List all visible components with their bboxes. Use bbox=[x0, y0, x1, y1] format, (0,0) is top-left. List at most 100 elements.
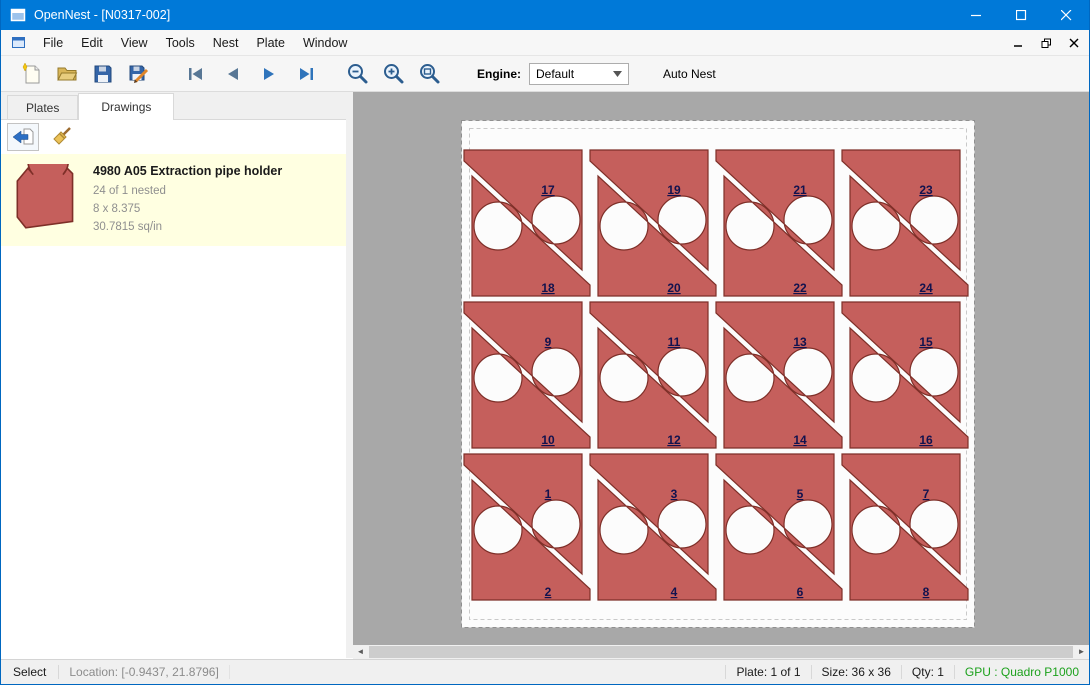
panel-splitter[interactable] bbox=[346, 92, 353, 658]
save-edit-icon bbox=[128, 63, 150, 84]
app-window: OpenNest - [N0317-002] File Edit View To… bbox=[0, 0, 1090, 685]
return-part-button[interactable] bbox=[7, 123, 39, 151]
part-number-top: 15 bbox=[919, 335, 933, 349]
part-number-top: 11 bbox=[668, 335, 681, 349]
child-window-icon[interactable] bbox=[11, 36, 26, 50]
status-plate: Plate: 1 of 1 bbox=[725, 665, 810, 679]
menu-item-window[interactable]: Window bbox=[294, 32, 356, 54]
minimize-icon bbox=[971, 10, 982, 21]
tab-plates[interactable]: Plates bbox=[7, 95, 78, 120]
zoom-fit-button[interactable] bbox=[411, 59, 447, 89]
child-close-icon bbox=[1069, 38, 1079, 48]
part-number-top: 13 bbox=[793, 335, 807, 349]
part-thumbnail bbox=[15, 164, 77, 232]
close-button[interactable] bbox=[1044, 0, 1089, 30]
status-bar: Select Location: [-0.9437, 21.8796] Plat… bbox=[1, 659, 1089, 684]
menu-item-edit[interactable]: Edit bbox=[72, 32, 112, 54]
part-number-top: 5 bbox=[797, 487, 804, 501]
status-location: Location: [-0.9437, 21.8796] bbox=[59, 665, 229, 679]
status-qty: Qty: 1 bbox=[901, 665, 954, 679]
open-file-button[interactable] bbox=[49, 59, 85, 89]
part-number-bottom: 10 bbox=[541, 433, 555, 447]
panel-toolbar bbox=[1, 120, 346, 154]
left-panel: Plates Drawings bbox=[1, 92, 346, 658]
minimize-button[interactable] bbox=[954, 0, 999, 30]
broom-icon bbox=[50, 126, 72, 148]
clear-button[interactable] bbox=[45, 123, 77, 151]
nav-next-icon bbox=[258, 66, 280, 82]
child-minimize-icon bbox=[1013, 38, 1023, 48]
return-part-icon bbox=[11, 127, 35, 147]
part-number-bottom: 6 bbox=[797, 585, 804, 599]
close-icon bbox=[1061, 10, 1072, 21]
menu-item-plate[interactable]: Plate bbox=[247, 32, 294, 54]
engine-select[interactable]: Default bbox=[529, 63, 629, 85]
drawings-panel: 4980 A05 Extraction pipe holder 24 of 1 … bbox=[1, 119, 346, 658]
maximize-icon bbox=[1016, 10, 1027, 21]
nav-next-button[interactable] bbox=[251, 59, 287, 89]
zoom-in-button[interactable] bbox=[375, 59, 411, 89]
scroll-right-button[interactable]: ► bbox=[1074, 645, 1089, 659]
drawing-area: 30.7815 sq/in bbox=[93, 219, 282, 237]
part-number-top: 19 bbox=[667, 183, 681, 197]
window-title: OpenNest - [N0317-002] bbox=[34, 8, 170, 22]
main-toolbar: Engine: Default Auto Nest bbox=[1, 56, 1089, 92]
new-file-icon bbox=[21, 63, 41, 85]
part-number-bottom: 2 bbox=[545, 585, 552, 599]
new-file-button[interactable] bbox=[13, 59, 49, 89]
menu-item-tools[interactable]: Tools bbox=[157, 32, 204, 54]
nest-canvas[interactable]: 171819202122232491011121314151612345678 bbox=[353, 92, 1089, 645]
zoom-out-icon bbox=[346, 62, 369, 85]
part-number-bottom: 16 bbox=[919, 433, 933, 447]
save-button[interactable] bbox=[85, 59, 121, 89]
part-number-top: 17 bbox=[541, 183, 555, 197]
part-number-top: 23 bbox=[919, 183, 933, 197]
tab-drawings[interactable]: Drawings bbox=[78, 93, 174, 120]
part-number-bottom: 20 bbox=[667, 281, 681, 295]
zoom-fit-icon bbox=[418, 62, 441, 85]
child-minimize-button[interactable] bbox=[1009, 34, 1027, 52]
save-edit-button[interactable] bbox=[121, 59, 157, 89]
engine-label: Engine: bbox=[477, 67, 521, 81]
menu-item-nest[interactable]: Nest bbox=[204, 32, 248, 54]
chevron-down-icon bbox=[613, 71, 622, 77]
part-number-bottom: 14 bbox=[793, 433, 807, 447]
maximize-button[interactable] bbox=[999, 0, 1044, 30]
nav-first-button[interactable] bbox=[179, 59, 215, 89]
auto-nest-button[interactable]: Auto Nest bbox=[655, 62, 724, 86]
part-number-top: 21 bbox=[793, 183, 807, 197]
status-mode: Select bbox=[1, 665, 59, 679]
part-number-bottom: 18 bbox=[541, 281, 555, 295]
part-number-bottom: 8 bbox=[923, 585, 930, 599]
tab-strip: Plates Drawings bbox=[1, 92, 346, 119]
part-number-bottom: 22 bbox=[793, 281, 807, 295]
drawing-size: 8 x 8.375 bbox=[93, 201, 282, 219]
scroll-left-button[interactable]: ◄ bbox=[353, 645, 368, 659]
nav-last-icon bbox=[294, 66, 316, 82]
menu-item-view[interactable]: View bbox=[112, 32, 157, 54]
zoom-in-icon bbox=[382, 62, 405, 85]
part-number-bottom: 24 bbox=[919, 281, 933, 295]
save-icon bbox=[93, 64, 113, 84]
app-icon bbox=[10, 7, 26, 23]
plate[interactable]: 171819202122232491011121314151612345678 bbox=[461, 120, 975, 628]
part-number-bottom: 12 bbox=[667, 433, 681, 447]
child-close-button[interactable] bbox=[1065, 34, 1083, 52]
title-bar[interactable]: OpenNest - [N0317-002] bbox=[1, 0, 1089, 30]
nav-prev-icon bbox=[222, 66, 244, 82]
nav-first-icon bbox=[186, 66, 208, 82]
drawing-list-item[interactable]: 4980 A05 Extraction pipe holder 24 of 1 … bbox=[1, 154, 346, 246]
nav-last-button[interactable] bbox=[287, 59, 323, 89]
menu-item-file[interactable]: File bbox=[34, 32, 72, 54]
status-gpu: GPU : Quadro P1000 bbox=[954, 665, 1089, 679]
part-number-top: 3 bbox=[671, 487, 678, 501]
part-number-bottom: 4 bbox=[671, 585, 678, 599]
child-restore-button[interactable] bbox=[1037, 34, 1055, 52]
menu-bar: File Edit View Tools Nest Plate Window bbox=[1, 30, 1089, 56]
part-number-top: 9 bbox=[545, 335, 552, 349]
nav-prev-button[interactable] bbox=[215, 59, 251, 89]
horizontal-scrollbar[interactable]: ◄ ► bbox=[353, 645, 1089, 659]
drawing-nested: 24 of 1 nested bbox=[93, 183, 282, 201]
zoom-out-button[interactable] bbox=[339, 59, 375, 89]
scrollbar-thumb[interactable] bbox=[369, 646, 1073, 658]
